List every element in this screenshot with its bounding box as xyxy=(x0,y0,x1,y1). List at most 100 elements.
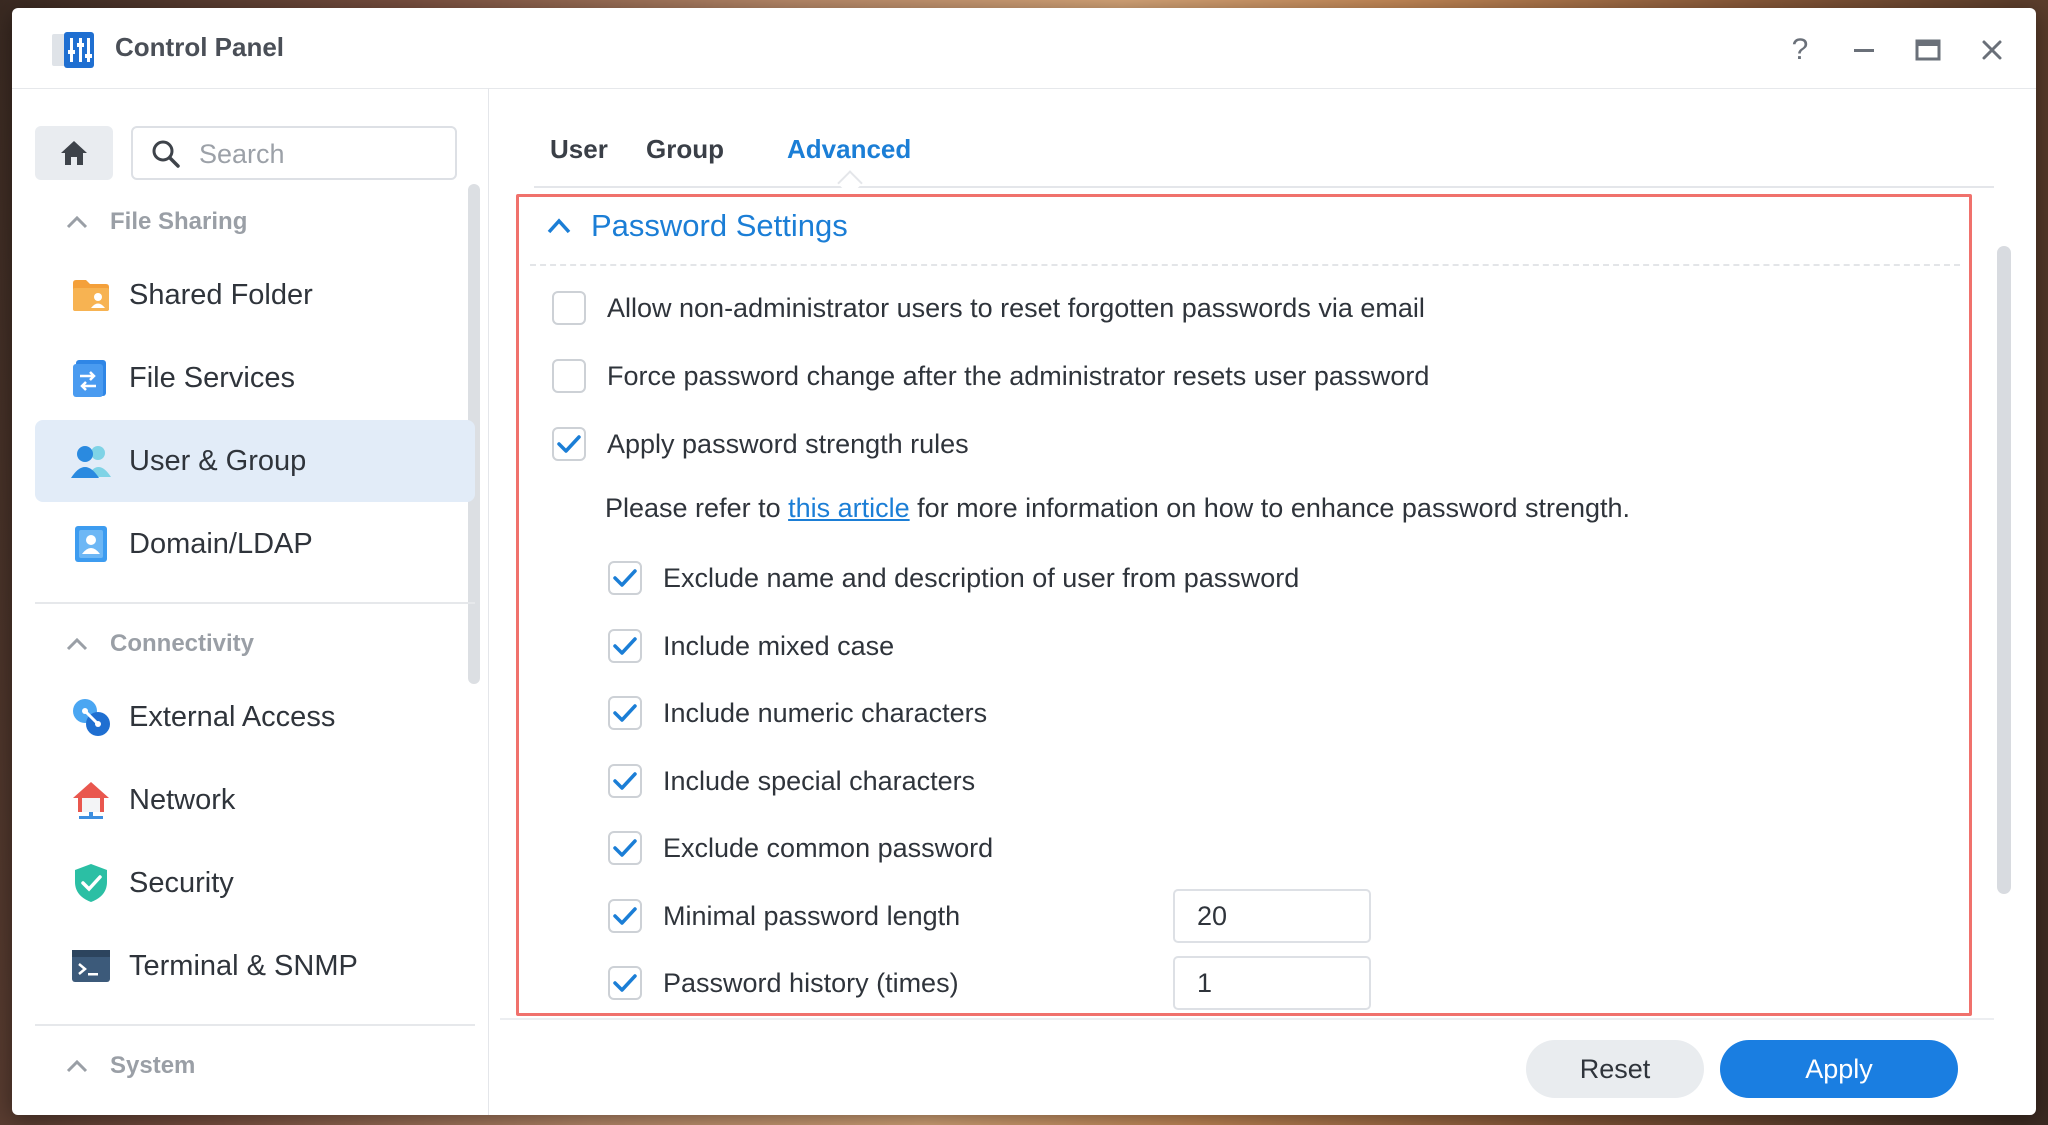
sidebar-item-label: File Services xyxy=(129,361,295,394)
option-apply-strength-rules[interactable]: Apply password strength rules xyxy=(552,427,969,461)
home-icon xyxy=(61,141,87,165)
rule-password-history[interactable]: Password history (times) xyxy=(608,966,959,1000)
chevron-up-icon xyxy=(66,215,88,229)
question-icon: ? xyxy=(1791,33,1809,66)
tab-user[interactable]: User xyxy=(550,134,608,165)
sidebar-divider xyxy=(35,1024,475,1026)
rule-label: Include mixed case xyxy=(663,630,895,661)
chevron-up-icon xyxy=(66,637,88,651)
file-services-icon xyxy=(69,356,113,400)
section-title: Password Settings xyxy=(591,208,848,243)
tab-group[interactable]: Group xyxy=(646,134,724,165)
rule-label: Exclude name and description of user fro… xyxy=(663,562,1300,593)
sidebar-item-label: Shared Folder xyxy=(129,278,313,311)
sidebar-item-shared-folder[interactable]: Shared Folder xyxy=(35,254,475,336)
rule-label: Password history (times) xyxy=(663,967,959,998)
checkbox-checked[interactable] xyxy=(552,427,586,461)
min-length-input[interactable] xyxy=(1173,889,1371,943)
option-label: Force password change after the administ… xyxy=(607,360,1430,391)
shield-icon xyxy=(69,861,113,905)
maximize-button[interactable] xyxy=(1912,34,1944,66)
rule-mixed-case[interactable]: Include mixed case xyxy=(608,629,894,663)
search-input[interactable] xyxy=(197,136,441,172)
section-label: System xyxy=(110,1052,196,1079)
terminal-icon xyxy=(69,944,113,988)
rule-common-password[interactable]: Exclude common password xyxy=(608,831,993,865)
article-link[interactable]: this article xyxy=(788,493,910,523)
close-icon xyxy=(1982,40,2002,60)
check-icon xyxy=(613,907,637,925)
rule-numeric[interactable]: Include numeric characters xyxy=(608,696,987,730)
reset-button[interactable]: Reset xyxy=(1526,1040,1704,1098)
checkbox[interactable] xyxy=(552,291,586,325)
minimize-button[interactable] xyxy=(1848,34,1880,66)
sidebar-item-label: Network xyxy=(129,783,236,816)
control-panel-window: Control Panel ? File Sharing xyxy=(12,8,2036,1115)
content-scrollbar[interactable] xyxy=(1997,246,2011,894)
check-icon xyxy=(613,974,637,992)
note-text: for more information on how to enhance p… xyxy=(909,493,1631,523)
close-button[interactable] xyxy=(1976,34,2008,66)
maximize-icon xyxy=(1915,39,1941,61)
sidebar-item-user-group[interactable]: User & Group xyxy=(35,420,475,502)
option-force-password-change[interactable]: Force password change after the administ… xyxy=(552,359,1429,393)
note-text: Please refer to xyxy=(605,493,789,523)
search-box[interactable] xyxy=(131,126,457,180)
sidebar-item-file-services[interactable]: File Services xyxy=(35,337,475,419)
external-access-icon xyxy=(69,695,113,739)
domain-icon xyxy=(69,522,113,566)
rule-label: Include numeric characters xyxy=(663,697,988,728)
title-bar: Control Panel ? xyxy=(12,8,2036,89)
option-label: Allow non-administrator users to reset f… xyxy=(607,292,1425,323)
minimize-icon xyxy=(1854,49,1874,52)
sidebar-item-label: External Access xyxy=(129,700,336,733)
password-settings-header[interactable]: Password Settings xyxy=(547,208,848,244)
sidebar-item-label: Terminal & SNMP xyxy=(129,949,358,982)
sidebar-item-label: Security xyxy=(129,866,234,899)
users-icon xyxy=(69,439,113,483)
section-system[interactable]: System xyxy=(66,1052,195,1080)
network-icon xyxy=(69,778,113,822)
sidebar-item-security[interactable]: Security xyxy=(35,842,475,924)
section-file-sharing[interactable]: File Sharing xyxy=(66,208,247,236)
option-reset-via-email[interactable]: Allow non-administrator users to reset f… xyxy=(552,291,1425,325)
checkbox-checked[interactable] xyxy=(608,561,642,595)
check-icon xyxy=(613,637,637,655)
sidebar-divider xyxy=(35,602,475,604)
check-icon xyxy=(613,704,637,722)
rule-min-length[interactable]: Minimal password length xyxy=(608,899,960,933)
help-button[interactable]: ? xyxy=(1784,33,1816,66)
tab-advanced[interactable]: Advanced xyxy=(787,134,911,165)
sidebar-item-domain-ldap[interactable]: Domain/LDAP xyxy=(35,503,475,585)
section-label: Connectivity xyxy=(110,630,255,657)
checkbox-checked[interactable] xyxy=(608,764,642,798)
checkbox[interactable] xyxy=(552,359,586,393)
checkbox-checked[interactable] xyxy=(608,831,642,865)
sidebar: File Sharing Shared Folder File Services… xyxy=(12,88,489,1115)
chevron-up-icon xyxy=(547,218,571,234)
window-title: Control Panel xyxy=(115,32,285,62)
sidebar-item-terminal-snmp[interactable]: Terminal & SNMP xyxy=(35,925,475,1007)
checkbox-checked[interactable] xyxy=(608,629,642,663)
rule-special[interactable]: Include special characters xyxy=(608,764,975,798)
check-icon xyxy=(613,772,637,790)
sidebar-item-label: User & Group xyxy=(129,444,307,477)
checkbox-checked[interactable] xyxy=(608,696,642,730)
control-panel-app-icon xyxy=(52,32,94,68)
checkbox-checked[interactable] xyxy=(608,966,642,1000)
password-history-input[interactable] xyxy=(1173,956,1371,1010)
home-button[interactable] xyxy=(35,126,113,180)
check-icon xyxy=(613,839,637,857)
footer-divider xyxy=(500,1018,1994,1020)
checkbox-checked[interactable] xyxy=(608,899,642,933)
folder-user-icon xyxy=(69,273,113,317)
sidebar-item-network[interactable]: Network xyxy=(35,759,475,841)
rule-exclude-name[interactable]: Exclude name and description of user fro… xyxy=(608,561,1299,595)
search-icon xyxy=(152,140,180,168)
apply-button[interactable]: Apply xyxy=(1720,1040,1958,1098)
rule-label: Include special characters xyxy=(663,765,976,796)
sidebar-item-external-access[interactable]: External Access xyxy=(35,676,475,758)
tab-bar: User Group Advanced xyxy=(534,88,1994,188)
rule-label: Exclude common password xyxy=(663,832,994,863)
section-connectivity[interactable]: Connectivity xyxy=(66,630,254,658)
